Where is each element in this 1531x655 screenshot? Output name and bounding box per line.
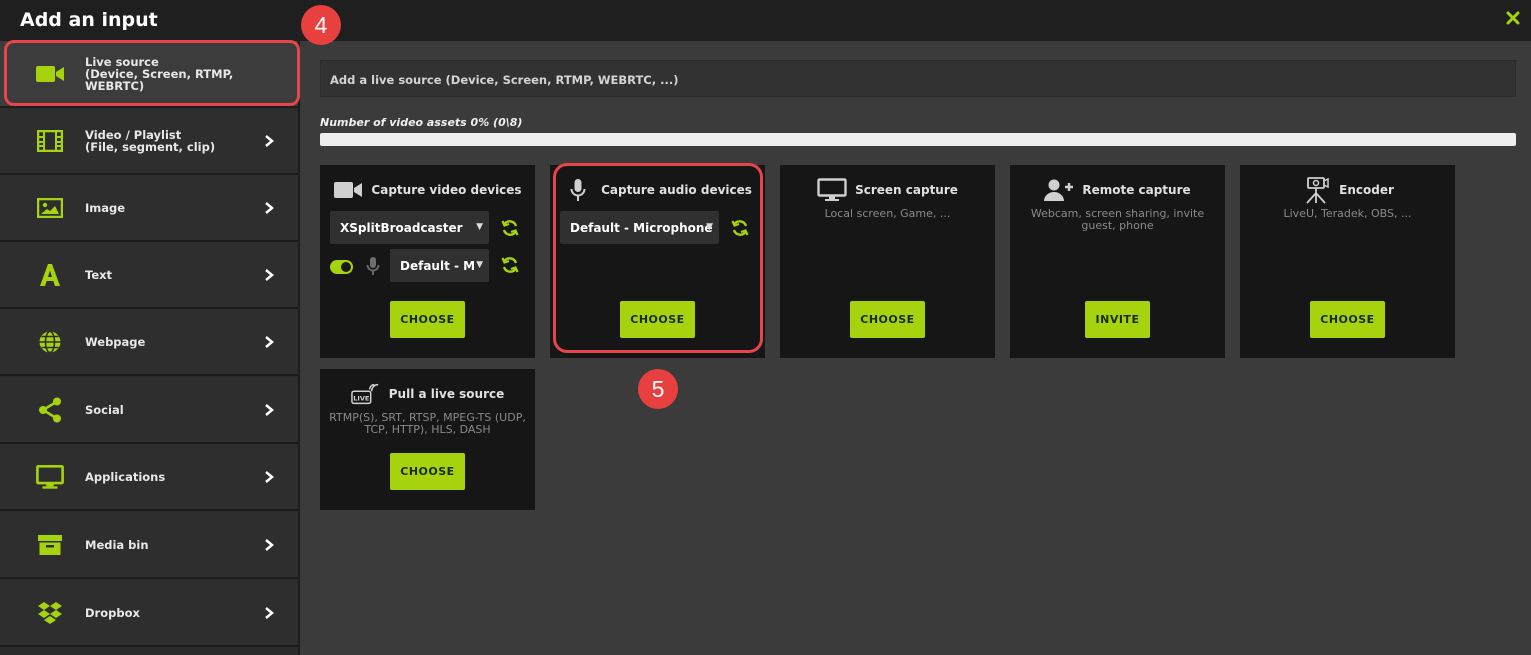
card-header: LIVE Pull a live source bbox=[320, 381, 535, 407]
audio-device-value: Default - M bbox=[400, 259, 476, 273]
dropdown-arrow-icon: ▼ bbox=[476, 260, 483, 270]
sidebar-item-label: Text bbox=[85, 267, 113, 282]
chevron-right-icon bbox=[265, 538, 274, 551]
card-header: Screen capture bbox=[780, 177, 995, 203]
card-title: Encoder bbox=[1339, 183, 1394, 197]
main-panel: Add a live source (Device, Screen, RTMP,… bbox=[300, 41, 1531, 655]
chevron-right-icon bbox=[265, 201, 274, 214]
sidebar-item-social[interactable]: Social bbox=[0, 377, 298, 444]
video-camera-icon bbox=[333, 177, 363, 203]
monitor-icon bbox=[36, 463, 64, 491]
share-icon bbox=[36, 396, 64, 424]
svg-text:LIVE: LIVE bbox=[353, 395, 369, 403]
video-assets-label: Number of video assets 0% (0\8) bbox=[320, 116, 523, 129]
search-input[interactable]: Add a live source (Device, Screen, RTMP,… bbox=[320, 60, 1516, 97]
chevron-right-icon bbox=[265, 335, 274, 348]
choose-button[interactable]: CHOOSE bbox=[390, 453, 465, 490]
chevron-right-icon bbox=[265, 268, 274, 281]
live-broadcast-icon: LIVE bbox=[350, 381, 381, 407]
audio-toggle[interactable] bbox=[330, 260, 353, 274]
camera-tripod-icon bbox=[1301, 177, 1331, 204]
card-screen-capture: Screen capture Local screen, Game, ... C… bbox=[780, 165, 995, 358]
sidebar-item-webpage[interactable]: Webpage bbox=[0, 309, 298, 376]
sidebar-item-label: Image bbox=[85, 200, 126, 215]
chevron-right-icon bbox=[265, 470, 274, 483]
video-device-select[interactable]: XSplitBroadcaster ▼ bbox=[330, 211, 489, 244]
close-icon[interactable] bbox=[1503, 8, 1523, 28]
card-remote-capture: Remote capture Webcam, screen sharing, i… bbox=[1010, 165, 1225, 358]
title-bar: Add an input bbox=[0, 0, 1531, 41]
choose-button[interactable]: CHOOSE bbox=[390, 301, 465, 338]
add-user-icon bbox=[1044, 177, 1074, 203]
sidebar-item-label: Social bbox=[85, 402, 124, 417]
annotation-highlight-audio-card bbox=[553, 163, 763, 353]
sidebar-item-text[interactable]: Text bbox=[0, 242, 298, 309]
invite-button[interactable]: INVITE bbox=[1085, 301, 1150, 338]
sidebar-item-applications[interactable]: Applications bbox=[0, 444, 298, 511]
chevron-right-icon bbox=[265, 606, 274, 619]
refresh-icon[interactable] bbox=[501, 256, 519, 274]
film-icon bbox=[36, 127, 64, 155]
dropbox-icon bbox=[36, 599, 64, 627]
chevron-right-icon bbox=[265, 134, 274, 147]
video-assets-progress-bar bbox=[320, 133, 1516, 146]
microphone-icon bbox=[366, 257, 380, 275]
card-title: Pull a live source bbox=[388, 387, 505, 401]
card-header: Capture video devices bbox=[320, 177, 535, 203]
card-description: RTMP(S), SRT, RTSP, MPEG-TS (UDP, TCP, H… bbox=[329, 411, 526, 436]
toggle-knob bbox=[341, 262, 351, 272]
card-title: Screen capture bbox=[855, 183, 958, 197]
choose-button[interactable]: CHOOSE bbox=[1310, 301, 1385, 338]
card-description: Webcam, screen sharing, invite guest, ph… bbox=[1030, 207, 1205, 232]
card-header: Encoder bbox=[1240, 177, 1455, 204]
video-device-value: XSplitBroadcaster bbox=[340, 221, 463, 235]
sidebar-item-label: Video / Playlist (File, segment, clip) bbox=[85, 127, 216, 154]
step-badge-5: 5 bbox=[638, 369, 678, 409]
image-icon bbox=[36, 194, 64, 222]
window-title: Add an input bbox=[20, 9, 158, 31]
card-header: Remote capture bbox=[1010, 177, 1225, 203]
sidebar-item-label: Media bin bbox=[85, 537, 149, 552]
choose-button[interactable]: CHOOSE bbox=[850, 301, 925, 338]
dropdown-arrow-icon: ▼ bbox=[476, 222, 483, 232]
sidebar-item-video-playlist[interactable]: Video / Playlist (File, segment, clip) bbox=[0, 108, 298, 175]
sidebar-item-image[interactable]: Image bbox=[0, 175, 298, 242]
card-capture-video: Capture video devices XSplitBroadcaster … bbox=[320, 165, 535, 358]
sidebar-item-label: Dropbox bbox=[85, 605, 140, 620]
card-description: Local screen, Game, ... bbox=[824, 207, 951, 220]
annotation-highlight-live-source bbox=[4, 40, 300, 106]
sidebar-item-dropbox[interactable]: Dropbox bbox=[0, 580, 298, 647]
card-encoder: Encoder LiveU, Teradek, OBS, ... CHOOSE bbox=[1240, 165, 1455, 358]
sidebar: Live source (Device, Screen, RTMP, WEBRT… bbox=[0, 41, 300, 655]
chevron-right-icon bbox=[265, 403, 274, 416]
monitor-icon bbox=[817, 177, 847, 203]
card-pull-live-source: LIVE Pull a live source RTMP(S), SRT, RT… bbox=[320, 369, 535, 510]
sidebar-item-media-bin[interactable]: Media bin bbox=[0, 512, 298, 579]
audio-device-select[interactable]: Default - M ▼ bbox=[390, 249, 489, 282]
card-description: LiveU, Teradek, OBS, ... bbox=[1283, 207, 1412, 220]
card-title: Remote capture bbox=[1082, 183, 1191, 197]
card-title: Capture video devices bbox=[371, 183, 522, 197]
refresh-icon[interactable] bbox=[501, 219, 519, 237]
sidebar-item-label: Webpage bbox=[85, 334, 146, 349]
step-badge-4: 4 bbox=[301, 5, 341, 45]
text-icon bbox=[36, 261, 64, 289]
globe-icon bbox=[36, 328, 64, 356]
sidebar-item-label: Applications bbox=[85, 469, 166, 484]
archive-icon bbox=[36, 531, 64, 559]
